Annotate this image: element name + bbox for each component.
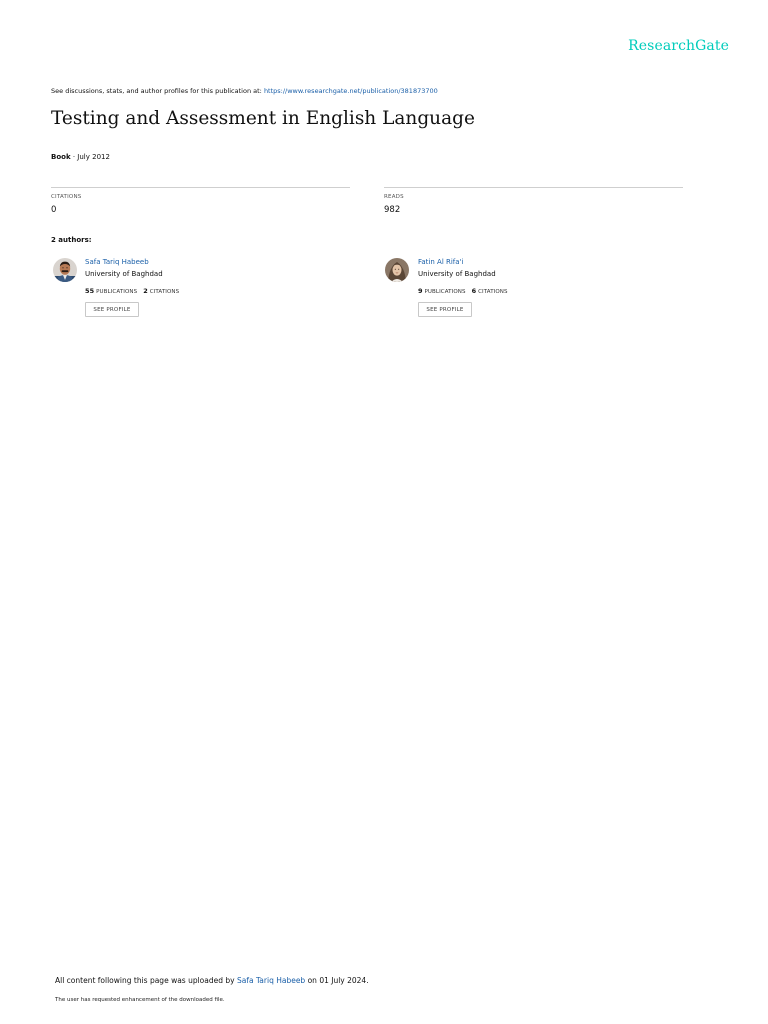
publications-count: 9 bbox=[418, 287, 423, 295]
see-profile-button[interactable]: SEE PROFILE bbox=[418, 302, 472, 317]
publication-meta: Book · July 2012 bbox=[51, 153, 110, 161]
citations-label: CITATIONS bbox=[149, 289, 180, 295]
reads-label: READS bbox=[384, 194, 404, 200]
upload-suffix: on 01 July 2024. bbox=[305, 976, 369, 985]
upload-notice: All content following this page was uplo… bbox=[55, 976, 369, 985]
publications-label: PUBLICATIONS bbox=[424, 289, 466, 295]
author-institution: University of Baghdad bbox=[418, 270, 496, 278]
publications-count: 55 bbox=[85, 287, 95, 295]
citations-divider bbox=[51, 187, 350, 188]
see-profile-button[interactable]: SEE PROFILE bbox=[85, 302, 139, 317]
discussion-text: See discussions, stats, and author profi… bbox=[51, 87, 264, 95]
author-stats: 9 PUBLICATIONS 6 CITATIONS bbox=[418, 287, 508, 295]
citations-count: 6 bbox=[471, 287, 477, 295]
female-author-photo-icon[interactable] bbox=[385, 258, 409, 282]
publication-type: Book bbox=[51, 153, 71, 161]
researchgate-logo[interactable]: ResearchGate bbox=[628, 38, 729, 54]
male-author-photo-icon[interactable] bbox=[53, 258, 77, 282]
reads-value: 982 bbox=[384, 205, 401, 215]
reads-divider bbox=[384, 187, 683, 188]
author-name-link[interactable]: Safa Tariq Habeeb bbox=[85, 258, 149, 266]
publication-link[interactable]: https://www.researchgate.net/publication… bbox=[264, 87, 438, 95]
citations-value: 0 bbox=[51, 205, 57, 215]
publications-label: PUBLICATIONS bbox=[96, 289, 138, 295]
upload-prefix: All content following this page was uplo… bbox=[55, 976, 237, 985]
citations-label: CITATIONS bbox=[478, 289, 508, 295]
citations-label: CITATIONS bbox=[51, 194, 82, 200]
citations-count: 2 bbox=[143, 287, 148, 295]
author-name-link[interactable]: Fatin Al Rifa'i bbox=[418, 258, 463, 266]
uploader-link[interactable]: Safa Tariq Habeeb bbox=[237, 976, 305, 985]
author-institution: University of Baghdad bbox=[85, 270, 163, 278]
publication-date: July 2012 bbox=[77, 153, 110, 161]
publication-title: Testing and Assessment in English Langua… bbox=[51, 108, 475, 129]
discussion-line: See discussions, stats, and author profi… bbox=[51, 87, 438, 95]
authors-heading: 2 authors: bbox=[51, 236, 92, 244]
author-stats: 55 PUBLICATIONS 2 CITATIONS bbox=[85, 287, 179, 295]
enhancement-note: The user has requested enhancement of th… bbox=[55, 997, 225, 1003]
